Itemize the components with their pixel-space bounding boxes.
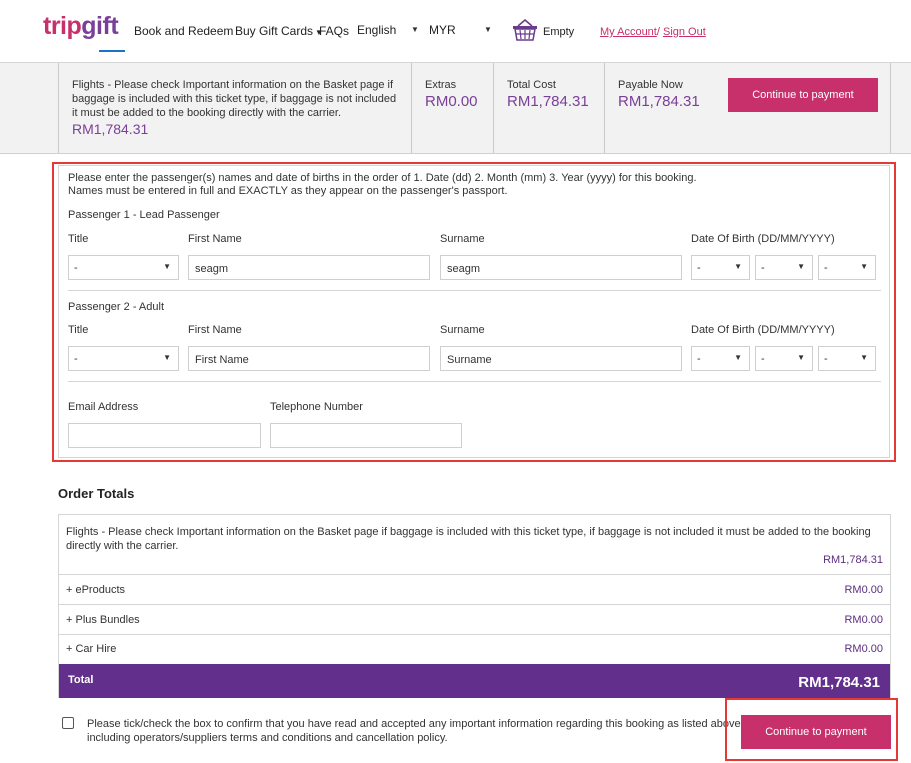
summary-total-cell: Total Cost RM1,784.31: [493, 63, 604, 153]
language-select[interactable]: English: [357, 23, 396, 37]
instructions-line-1: Please enter the passenger(s) names and …: [68, 172, 697, 184]
chevron-down-icon: ▼: [734, 353, 742, 362]
table-row: + eProducts RM0.00: [59, 574, 890, 604]
currency-select[interactable]: MYR: [429, 23, 456, 37]
form-instructions: Please enter the passenger(s) names and …: [68, 172, 697, 198]
nav-buy-gift-cards[interactable]: Buy Gift Cards ▼: [235, 24, 323, 38]
summary-flight-description: Flights - Please check Important informa…: [72, 79, 397, 119]
dob-label: Date Of Birth (DD/MM/YYYY): [691, 233, 835, 245]
passenger-2-dob-year-select[interactable]: - ▼: [818, 346, 876, 371]
chevron-down-icon: ▼: [163, 353, 171, 362]
extras-value: RM0.00: [425, 93, 478, 110]
passenger-2-heading: Passenger 2 - Adult: [68, 301, 165, 313]
order-plus-bundles-amount: RM0.00: [844, 614, 883, 626]
instructions-line-2: Names must be entered in full and EXACTL…: [68, 185, 508, 197]
chevron-down-icon: ▼: [860, 353, 868, 362]
site-header: tripgift Book and Redeem Buy Gift Cards ▼…: [0, 0, 911, 63]
terms-confirmation-text: Please tick/check the box to confirm tha…: [87, 718, 744, 744]
passenger-1-surname-input[interactable]: seagm: [440, 255, 682, 280]
passenger-divider: [68, 290, 881, 291]
summary-divider: [890, 63, 891, 153]
passenger-2-surname-input[interactable]: Surname: [440, 346, 682, 371]
passenger-2-dob-month-select[interactable]: - ▼: [755, 346, 813, 371]
order-eproducts-label: + eProducts: [66, 584, 126, 596]
passenger-2-title-value: -: [74, 353, 78, 365]
table-row: + Car Hire RM0.00: [59, 634, 890, 664]
total-cost-label: Total Cost: [507, 79, 556, 91]
order-flight-amount: RM1,784.31: [823, 554, 883, 566]
terms-checkbox[interactable]: [62, 717, 74, 729]
contact-divider: [68, 381, 881, 382]
booking-summary-bar: Flights - Please check Important informa…: [0, 63, 911, 154]
passenger-1-dob-year-value: -: [824, 262, 828, 274]
passenger-1-heading: Passenger 1 - Lead Passenger: [68, 209, 220, 221]
sign-out-link[interactable]: Sign Out: [663, 26, 706, 38]
logo-trip-text: trip: [43, 12, 82, 40]
passenger-1-title-select[interactable]: - ▼: [68, 255, 179, 280]
first-name-label: First Name: [188, 324, 242, 336]
surname-label: Surname: [440, 324, 485, 336]
tripgift-logo[interactable]: tripgift: [43, 12, 119, 41]
order-plus-bundles-label: + Plus Bundles: [66, 614, 140, 626]
order-car-hire-label: + Car Hire: [66, 643, 117, 655]
nav-faqs[interactable]: FAQs: [319, 24, 349, 38]
summary-extras-cell: Extras RM0.00: [411, 63, 493, 153]
chevron-down-icon: ▼: [860, 262, 868, 271]
highlight-box: [52, 162, 896, 462]
continue-to-payment-button-top[interactable]: Continue to payment: [728, 78, 878, 112]
telephone-field[interactable]: [270, 423, 462, 448]
passenger-1-dob-month-select[interactable]: - ▼: [755, 255, 813, 280]
order-total-label: Total: [68, 674, 94, 686]
surname-label: Surname: [440, 233, 485, 245]
passenger-2-dob-day-value: -: [697, 353, 701, 365]
nav-book-and-redeem[interactable]: Book and Redeem: [134, 24, 233, 38]
chevron-down-icon: ▼: [163, 262, 171, 271]
logo-gift-text: gift: [81, 12, 119, 40]
nav-buy-gift-cards-label: Buy Gift Cards: [235, 24, 314, 38]
order-car-hire-amount: RM0.00: [844, 643, 883, 655]
passenger-1-first-name-input[interactable]: seagm: [188, 255, 430, 280]
my-account-link[interactable]: My Account: [600, 26, 657, 38]
title-label: Title: [68, 324, 89, 336]
passenger-2-dob-day-select[interactable]: - ▼: [691, 346, 750, 371]
title-label: Title: [68, 233, 89, 245]
order-total-bar: [59, 664, 890, 698]
dob-label: Date Of Birth (DD/MM/YYYY): [691, 324, 835, 336]
email-field[interactable]: [68, 423, 261, 448]
basket-icon[interactable]: [512, 19, 538, 41]
summary-flight-cell: Flights - Please check Important informa…: [58, 63, 411, 153]
chevron-down-icon: ▼: [734, 262, 742, 271]
table-row: + Plus Bundles RM0.00: [59, 604, 890, 634]
summary-flight-price: RM1,784.31: [72, 121, 149, 137]
chevron-down-icon: ▼: [484, 25, 492, 34]
first-name-label: First Name: [188, 233, 242, 245]
passenger-2-title-select[interactable]: - ▼: [68, 346, 179, 371]
active-nav-indicator: [99, 50, 125, 52]
basket-status[interactable]: Empty: [543, 26, 574, 38]
chevron-down-icon: ▼: [797, 262, 805, 271]
phone-label: Telephone Number: [270, 401, 363, 413]
account-links: My Account/ Sign Out: [600, 26, 706, 38]
chevron-down-icon: ▼: [797, 353, 805, 362]
total-cost-value: RM1,784.31: [507, 93, 589, 110]
continue-to-payment-button[interactable]: Continue to payment: [741, 715, 891, 749]
passenger-1-title-value: -: [74, 262, 78, 274]
passenger-1-dob-day-value: -: [697, 262, 701, 274]
passenger-2-dob-year-value: -: [824, 353, 828, 365]
passenger-2-first-name-input[interactable]: First Name: [188, 346, 430, 371]
passenger-1-dob-year-select[interactable]: - ▼: [818, 255, 876, 280]
order-flight-description: Flights - Please check Important informa…: [66, 526, 871, 552]
passenger-1-dob-month-value: -: [761, 262, 765, 274]
order-totals-title: Order Totals: [58, 486, 135, 501]
email-label: Email Address: [68, 401, 139, 413]
order-total-amount: RM1,784.31: [798, 674, 880, 691]
passenger-2-dob-month-value: -: [761, 353, 765, 365]
passenger-1-dob-day-select[interactable]: - ▼: [691, 255, 750, 280]
chevron-down-icon: ▼: [411, 25, 419, 34]
order-eproducts-amount: RM0.00: [844, 584, 883, 596]
extras-label: Extras: [425, 79, 457, 91]
